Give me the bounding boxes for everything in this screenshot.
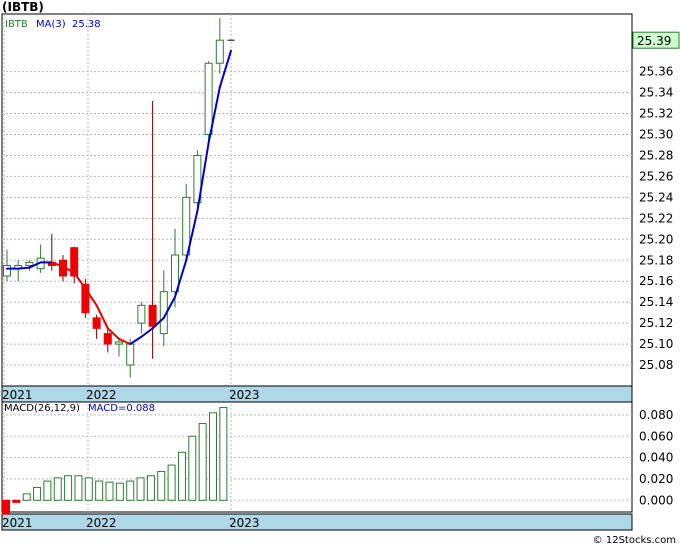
macd-tick-label: 0.020 [639,472,673,486]
price-tick-label: 25.12 [639,316,673,330]
price-x-label: 2022 [86,388,117,402]
candle-up [215,39,224,64]
price-tick-label: 25.14 [639,295,673,309]
macd-bar [33,486,42,501]
macd-bar [219,406,228,501]
price-tick-label: 25.24 [639,190,673,204]
candle-down [92,317,101,329]
macd-bar [126,480,135,501]
price-tick-label: 25.08 [639,358,673,372]
macd-bar [177,451,186,501]
macd-bar [53,477,62,501]
macd-bar [157,470,166,501]
macd-bar [43,480,52,501]
candle-down [148,304,157,327]
macd-bar [146,475,155,501]
macd-legend-label: MACD(26,12,9) [4,403,80,414]
macd-bar [105,481,114,501]
macd-bar-negative [2,499,10,515]
price-tick-label: 25.18 [639,253,673,267]
price-x-label: 2023 [229,388,260,402]
macd-tick-label: 0.040 [639,451,673,465]
legend-ma-label: MA(3) [36,19,66,30]
price-tick-label: 25.22 [639,211,673,225]
legend-symbol: IBTB [5,19,28,30]
ma-line-segment [17,266,31,270]
macd-x-label: 2021 [2,516,33,530]
price-tick-label: 25.28 [639,148,673,162]
price-tick-label: 25.36 [639,65,673,79]
candle-up [115,341,123,345]
macd-bar [167,464,176,501]
price-x-label: 2021 [2,388,33,402]
price-tick-label: 25.16 [639,274,673,288]
price-tick-label: 25.32 [639,107,673,121]
price-tick-label: 25.10 [639,337,673,351]
last-price-label: 25.39 [637,34,671,48]
macd-tick-label: 0.060 [639,429,673,443]
candle-up [25,261,34,266]
candle-up [137,304,146,324]
macd-tick-label: 0.000 [639,493,673,507]
macd-bar [188,435,197,501]
legend-ma-value: 25.38 [72,19,101,30]
chart-canvas: 25.08 25.10 25.12 25.14 25.16 25.18 25.20 25.22… [1,13,680,531]
macd-bar [209,412,217,501]
macd-x-label: 2022 [86,516,117,530]
candle-down [103,333,112,345]
price-tick-label: 25.20 [639,232,673,246]
candle-up [126,343,135,366]
macd-bar [64,475,73,501]
price-tick-label: 25.30 [639,128,673,142]
candle-up [204,62,213,136]
price-tick-label: 25.26 [639,169,673,183]
macd-tick-label: 0.080 [639,408,673,422]
macd-bar-negative [12,499,21,503]
candle-up [3,264,11,277]
macd-bar [136,477,145,501]
macd-bar [84,477,93,501]
macd-legend-value: MACD=0.088 [88,403,155,414]
macd-bar [74,475,83,501]
price-tick-label: 25.34 [639,86,673,100]
macd-bar [198,422,207,501]
macd-bar [22,493,31,501]
macd-bar [95,480,104,501]
macd-bar [115,482,124,501]
footer-credit: © 12Stocks.com [592,535,676,546]
macd-x-label: 2023 [229,516,260,530]
